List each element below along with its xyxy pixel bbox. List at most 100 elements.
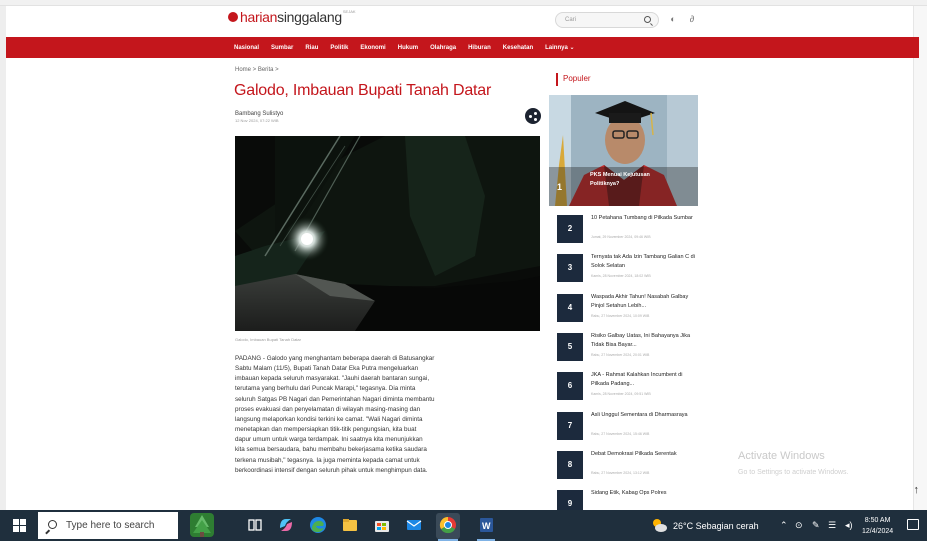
article-body-line: langsung melaporkan kondisi terkini ke c… xyxy=(235,415,423,423)
nav-item[interactable]: Lainnya ⌄ xyxy=(545,44,574,51)
nav-item[interactable]: Sumbar xyxy=(271,45,293,51)
popular-rank: 7 xyxy=(557,411,583,440)
popular-item-date: Rabu, 27 November 2024, 13:12 WIB xyxy=(591,470,650,475)
popular-item-date: Rabu, 27 November 2024, 15:46 WIB xyxy=(591,431,650,436)
scroll-to-top-icon[interactable]: ↑ xyxy=(914,484,920,496)
popular-item-date: Rabu, 27 November 2024, 10:09 WIB xyxy=(591,313,650,318)
chevron-up-icon[interactable]: ⌃ xyxy=(780,520,788,531)
search-placeholder: Cari xyxy=(565,17,577,23)
popular-accent-bar xyxy=(556,73,558,86)
scrollbar[interactable] xyxy=(913,6,927,510)
edge-browser-icon[interactable] xyxy=(309,516,327,534)
volume-icon[interactable]: ◂) xyxy=(845,520,853,531)
task-view-icon[interactable] xyxy=(246,516,264,534)
copilot-icon[interactable] xyxy=(277,516,295,534)
article-body-line: proses evakuasi dan penyelamatan di wila… xyxy=(235,405,421,413)
article-body-line: terkena musibah," tegasnya. Ia juga memi… xyxy=(235,456,420,464)
article-body-line: PADANG - Galodo yang menghantam beberapa… xyxy=(235,355,435,362)
article-body-line: kita semua bersaudara, bahu membahu beke… xyxy=(235,446,427,454)
nav-item[interactable]: Riau xyxy=(305,45,318,51)
weather-text[interactable]: 26°C Sebagian cerah xyxy=(673,521,759,531)
logo-text-dark: singgalang xyxy=(277,9,342,25)
article-body-line: dapur umum untuk warga terdampak. Ini sa… xyxy=(235,436,423,444)
tray-app-icon[interactable]: ⊙ xyxy=(795,520,803,531)
popular-item-title[interactable]: Risiko Galbay Uatas, Ini Bahayanya Jika … xyxy=(591,332,697,350)
photo-caption: Galodo, Imbauan Bupati Tanah Datar xyxy=(235,337,301,342)
featured-popular-card[interactable]: 1 PKS Menuai Kejutusan Politiknya? xyxy=(549,95,698,206)
word-icon[interactable]: W xyxy=(477,516,495,534)
popular-item[interactable]: 4 Waspada Akhir Tahun! Nasabah Galbay Pin… xyxy=(557,293,702,332)
nav-items: Nasional Sumbar Riau Politik Ekonomi Hukum Ola… xyxy=(234,37,575,58)
nav-item[interactable]: Ekonomi xyxy=(360,45,385,51)
popular-rank: 2 xyxy=(557,215,583,243)
popular-rank: 6 xyxy=(557,372,583,401)
popular-item-title[interactable]: Ternyata tak Ada Izin Tambang Galian C d… xyxy=(591,253,697,271)
popular-item-date: Rabu, 27 November 2024, 20:01 WIB xyxy=(591,352,650,357)
mail-icon[interactable] xyxy=(405,516,423,534)
popular-item[interactable]: 6 JKA - Rahmat Kalahkan Incumbent di Pilk… xyxy=(557,371,702,410)
pen-icon[interactable]: ✎ xyxy=(812,520,820,531)
logo-sup: SEJAK xyxy=(342,8,356,14)
logo-text-red: harian xyxy=(240,9,278,25)
featured-photo xyxy=(549,95,698,206)
article-author[interactable]: Bambang Sulistyo xyxy=(235,111,283,117)
search-icon xyxy=(48,520,57,529)
nav-item[interactable]: Hiburan xyxy=(468,45,491,51)
nav-item[interactable]: Nasional xyxy=(234,45,259,51)
svg-text:W: W xyxy=(482,521,491,531)
taskbar-search-input[interactable]: Type here to search xyxy=(38,512,178,539)
featured-rank: 1 xyxy=(557,182,563,192)
popular-item-title[interactable]: 10 Petahana Tumbang di Pilkada Sumbar xyxy=(591,214,697,223)
search-icon[interactable] xyxy=(644,16,651,23)
link-icon[interactable]: ∂ xyxy=(686,13,698,25)
logo-mark-icon xyxy=(228,12,238,22)
popular-rank: 8 xyxy=(557,450,583,479)
popular-item-date: Jumat, 29 November 2024, 09:46 WIB xyxy=(591,235,651,239)
article-date: 12 Nov 2024, 07:22 WIB xyxy=(235,118,279,123)
popular-item-title[interactable]: JKA - Rahmat Kalahkan Incumbent di Pilka… xyxy=(591,371,697,389)
system-clock[interactable]: 8:50 AM 12/4/2024 xyxy=(862,515,893,537)
activate-windows-title: Activate Windows xyxy=(738,450,825,462)
theme-toggle-icon[interactable]: ◐ xyxy=(667,13,679,25)
featured-title[interactable]: PKS Menuai Kejutusan Politiknya? xyxy=(590,171,668,189)
main-nav: Nasional Sumbar Riau Politik Ekonomi Hukum Ola… xyxy=(6,37,919,58)
cortana-tree-icon[interactable] xyxy=(190,513,214,537)
site-header xyxy=(6,6,913,37)
popular-rank: 5 xyxy=(557,332,583,361)
popular-item[interactable]: 2 10 Petahana Tumbang di Pilkada Sumbar Ju… xyxy=(557,214,702,253)
popular-item-title[interactable]: Sidang Etik, Kabag Ops Polres xyxy=(591,489,697,498)
store-icon[interactable] xyxy=(373,516,391,534)
windows-start-icon[interactable] xyxy=(13,519,26,532)
popular-item[interactable]: 5 Risiko Galbay Uatas, Ini Bahayanya Jika… xyxy=(557,332,702,371)
article-body-line: berkoordinasi intensif dengan seluruh pi… xyxy=(235,466,428,474)
popular-item[interactable]: 8 Debat Demokrasi Pilkada Serentak Rabu, 2… xyxy=(557,450,702,489)
file-explorer-icon[interactable] xyxy=(341,516,359,534)
popular-item-title[interactable]: Waspada Akhir Tahun! Nasabah Galbay Pinj… xyxy=(591,293,697,311)
share-icon xyxy=(534,112,537,115)
nav-item[interactable]: Hukum xyxy=(398,45,418,51)
popular-item[interactable]: 7 Asli Unggul Sementara di Dharmasraya Rab… xyxy=(557,411,702,450)
chrome-icon[interactable] xyxy=(436,513,460,539)
network-icon[interactable]: ☰ xyxy=(828,520,836,531)
weather-icon[interactable] xyxy=(651,517,667,533)
nav-item[interactable]: Kesehatan xyxy=(503,45,533,51)
article-body-line: Sabtu Malam (11/5), Bupati Tanah Datar E… xyxy=(235,365,419,373)
share-button[interactable] xyxy=(525,108,541,124)
popular-item-title[interactable]: Asli Unggul Sementara di Dharmasraya xyxy=(591,411,697,420)
clock-date: 12/4/2024 xyxy=(862,528,894,535)
popular-item-title[interactable]: Debat Demokrasi Pilkada Serentak xyxy=(591,450,697,459)
nav-item[interactable]: Politik xyxy=(330,45,348,51)
article-body-line: terutama yang berhulu dari Puncak Marapi… xyxy=(235,385,416,393)
article-body: PADANG - Galodo yang menghantam beberapa… xyxy=(235,354,535,476)
popular-heading: Populer xyxy=(563,74,591,83)
site-logo[interactable]: hariansinggalang SEJAK xyxy=(228,9,356,25)
article-body-line: imbauan kepada seluruh masyarakat. "Jauh… xyxy=(235,375,430,383)
notifications-icon[interactable] xyxy=(907,519,919,530)
nav-item[interactable]: Olahraga xyxy=(430,45,456,51)
search-input[interactable]: Cari xyxy=(555,12,659,28)
breadcrumb[interactable]: Home > Berita > xyxy=(235,67,279,73)
browser-screen: ↑ hariansinggalang SEJAK Cari ◐ ∂ Nasion… xyxy=(0,0,927,541)
browser-left-edge xyxy=(0,6,6,510)
popular-item[interactable]: 3 Ternyata tak Ada Izin Tambang Galian C … xyxy=(557,253,702,292)
popular-rank: 3 xyxy=(557,254,583,283)
